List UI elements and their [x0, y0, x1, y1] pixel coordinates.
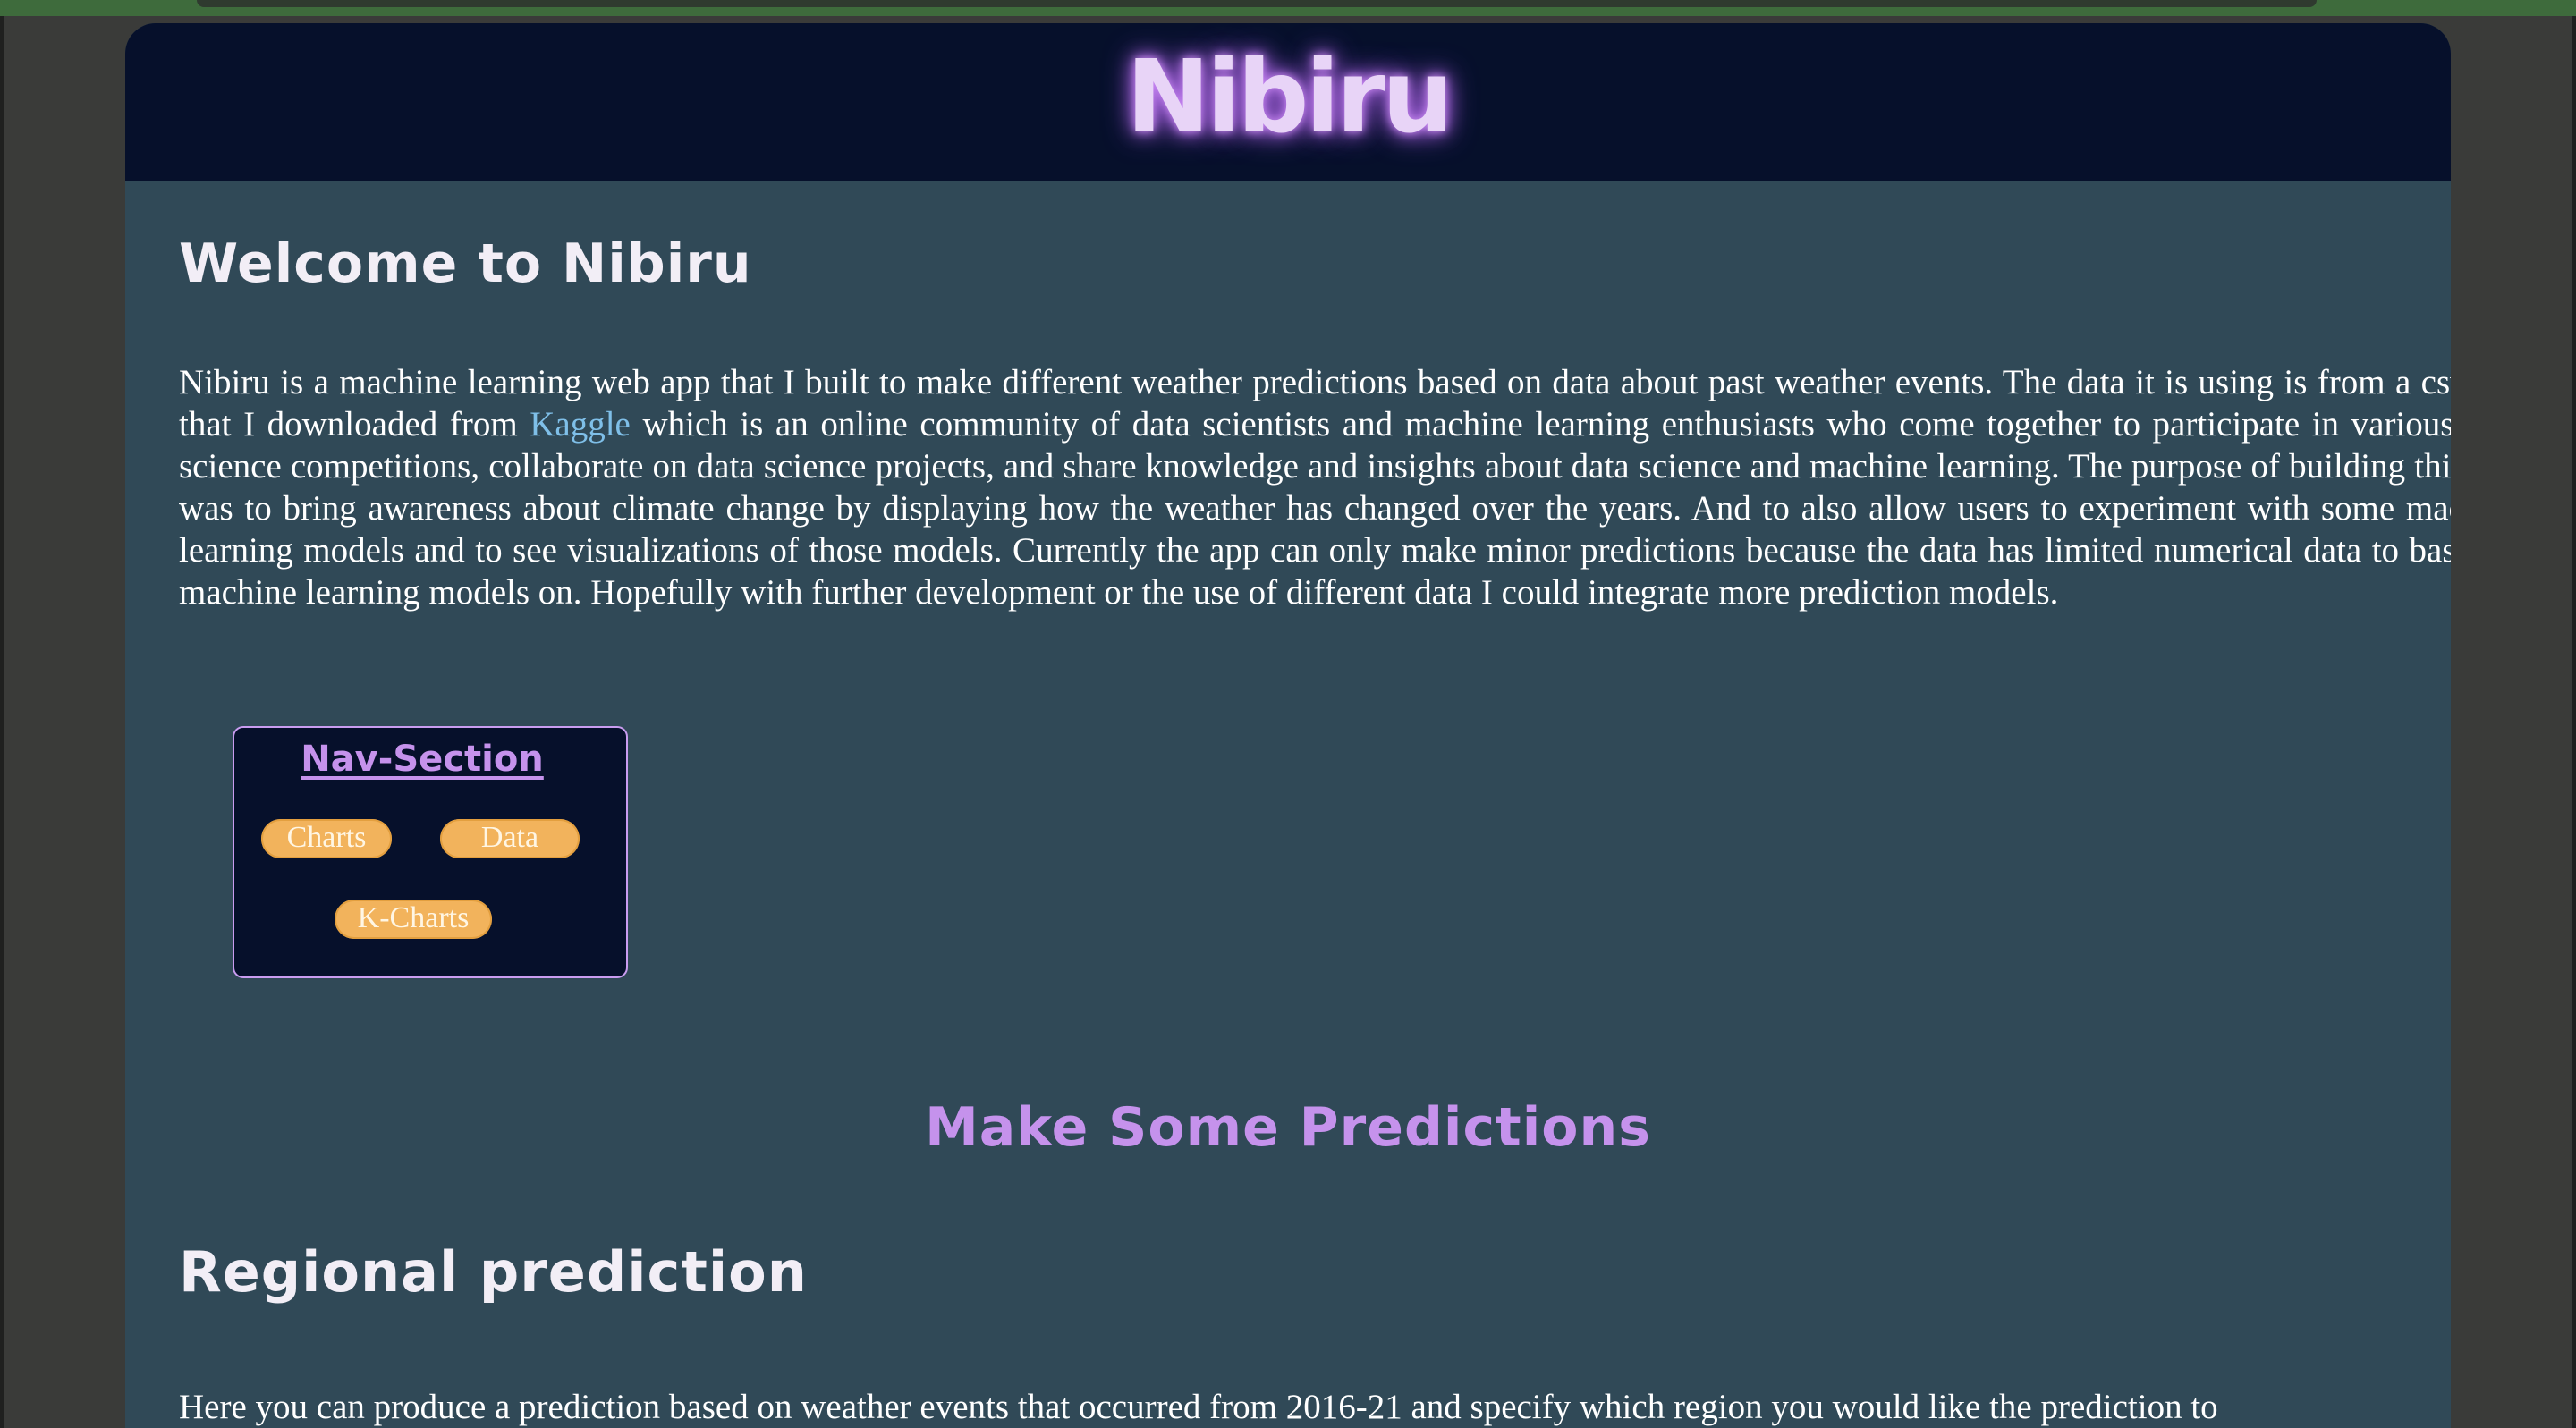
page-container: Nibiru Welcome to Nibiru Nibiru is a mac… — [125, 23, 2451, 1428]
charts-button[interactable]: Charts — [261, 819, 392, 858]
intro-paragraph: Nibiru is a machine learning web app tha… — [179, 361, 2451, 613]
nav-section: Nav-Section Charts Data K-Charts — [233, 726, 628, 978]
kaggle-link[interactable]: Kaggle — [530, 405, 631, 444]
page-edge-right — [2572, 16, 2576, 1428]
browser-top-strip-inner — [197, 0, 2317, 7]
regional-prediction-heading: Regional prediction — [179, 1239, 808, 1305]
main-content: Welcome to Nibiru Nibiru is a machine le… — [125, 181, 2451, 613]
site-title: Nibiru — [1126, 39, 1453, 156]
site-header: Nibiru — [125, 23, 2451, 181]
browser-top-strip — [0, 0, 2576, 16]
page-edge-left — [0, 16, 4, 1428]
k-charts-button[interactable]: K-Charts — [335, 900, 492, 939]
regional-prediction-description: Here you can produce a prediction based … — [179, 1388, 2218, 1426]
nav-section-title: Nav-Section — [301, 739, 544, 780]
welcome-heading: Welcome to Nibiru — [179, 232, 752, 295]
predictions-heading: Make Some Predictions — [925, 1095, 1651, 1159]
data-button[interactable]: Data — [440, 819, 580, 858]
